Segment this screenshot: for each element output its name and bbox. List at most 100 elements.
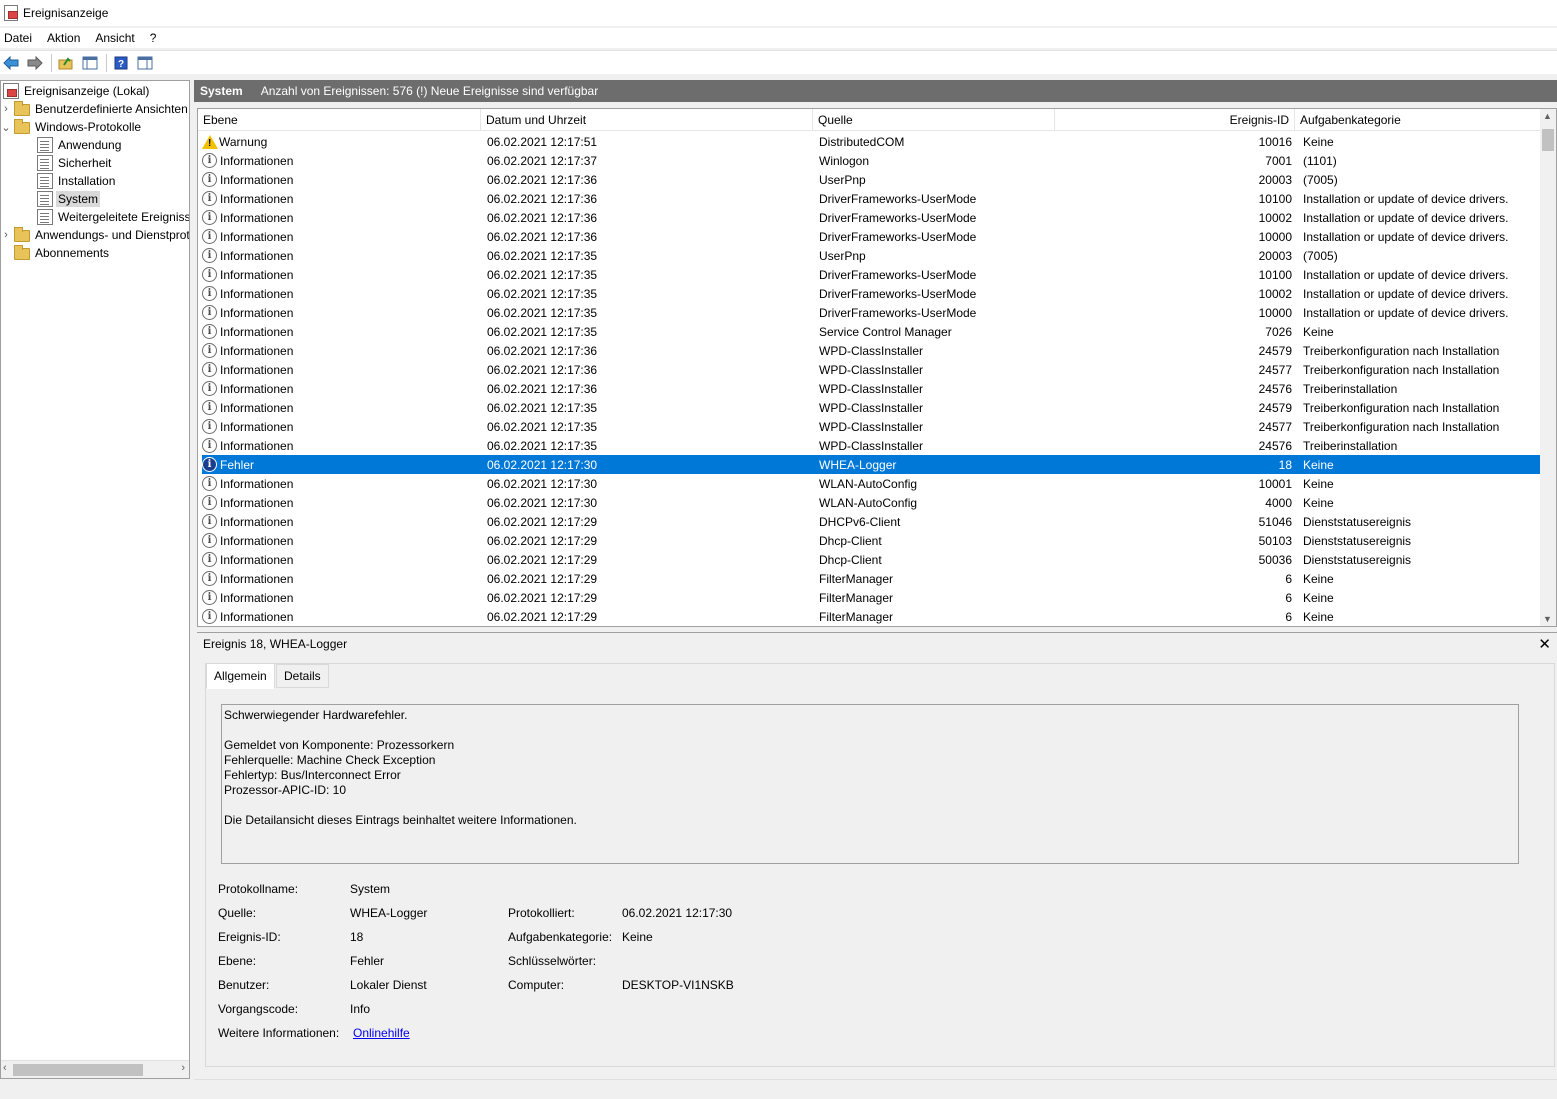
- event-row[interactable]: i Informationen 06.02.2021 12:17:29 DHCPv6-…: [202, 512, 1541, 531]
- event-row[interactable]: i Informationen 06.02.2021 12:17:36 DriverF…: [202, 227, 1541, 246]
- event-row[interactable]: i Informationen 06.02.2021 12:17:29 FilterM…: [202, 607, 1541, 626]
- folder-icon: [14, 245, 30, 260]
- help-icon[interactable]: ?: [110, 53, 132, 73]
- scrollbar-thumb[interactable]: [1542, 129, 1554, 151]
- folder-icon: [14, 101, 30, 116]
- pane-splitter[interactable]: [190, 80, 194, 1079]
- event-date-cell: 06.02.2021 12:17:35: [487, 400, 598, 415]
- event-date-cell: 06.02.2021 12:17:30: [487, 457, 598, 472]
- tree-item-label: Sicherheit: [58, 156, 112, 170]
- event-row[interactable]: i Informationen 06.02.2021 12:17:36 WPD-Cla…: [202, 341, 1541, 360]
- event-source-cell: Winlogon: [819, 153, 870, 168]
- forward-arrow-icon[interactable]: [24, 53, 46, 73]
- info-icon: i: [202, 571, 217, 586]
- scroll-right-icon[interactable]: ›: [181, 1062, 185, 1074]
- tree-item-application[interactable]: Anwendung: [37, 136, 123, 154]
- tree-horizontal-scrollbar[interactable]: ‹ ›: [1, 1060, 189, 1078]
- tree-item-setup[interactable]: Installation: [37, 172, 117, 190]
- event-id-cell: 24577: [1258, 419, 1292, 434]
- column-header-event-id[interactable]: Ereignis-ID: [1055, 109, 1295, 131]
- event-row[interactable]: i Informationen 06.02.2021 12:17:35 UserPnp…: [202, 246, 1541, 265]
- event-id-cell: 24576: [1258, 381, 1292, 396]
- tree-item-system[interactable]: System: [37, 190, 101, 208]
- event-id-cell: 10001: [1258, 476, 1292, 491]
- scroll-left-icon[interactable]: ‹: [3, 1062, 7, 1074]
- event-date-cell: 06.02.2021 12:17:29: [487, 571, 598, 586]
- toolbar-separator: [106, 53, 107, 72]
- event-row[interactable]: i Informationen 06.02.2021 12:17:30 WLAN-Au…: [202, 493, 1541, 512]
- expand-chevron-icon[interactable]: ›: [1, 100, 11, 118]
- event-row[interactable]: i Informationen 06.02.2021 12:17:35 DriverF…: [202, 284, 1541, 303]
- scroll-down-icon[interactable]: ▼: [1543, 614, 1552, 624]
- folder-icon: [14, 119, 30, 134]
- tab-details[interactable]: Details: [276, 664, 329, 688]
- menu-aktion[interactable]: Aktion: [43, 31, 87, 45]
- event-detail-panel: Ereignis 18, WHEA-Logger ✕ Allgemein Det…: [197, 632, 1557, 1076]
- tree-item-event-viewer-local[interactable]: Ereignisanzeige (Lokal): [3, 82, 151, 100]
- tree-item-custom-views[interactable]: › Benutzerdefinierte Ansichten: [1, 100, 189, 118]
- event-date-cell: 06.02.2021 12:17:29: [487, 533, 598, 548]
- event-date-cell: 06.02.2021 12:17:30: [487, 495, 598, 510]
- event-row[interactable]: i Informationen 06.02.2021 12:17:35 Service…: [202, 322, 1541, 341]
- event-id-cell: 10000: [1258, 229, 1292, 244]
- scroll-up-icon[interactable]: ▲: [1543, 111, 1552, 121]
- event-message-box[interactable]: Schwerwiegender Hardwarefehler. Gemeldet …: [221, 704, 1519, 864]
- event-task-cell: Treiberkonfiguration nach Installation: [1303, 343, 1500, 358]
- event-list-vertical-scrollbar[interactable]: ▲ ▼: [1540, 109, 1556, 626]
- tree-item-security[interactable]: Sicherheit: [37, 154, 113, 172]
- close-icon[interactable]: ✕: [1538, 635, 1551, 653]
- event-level-cell: i Informationen: [202, 324, 482, 339]
- column-header-date[interactable]: Datum und Uhrzeit: [481, 109, 813, 131]
- event-level-text: Fehler: [220, 457, 255, 472]
- event-id-cell: 6: [1285, 609, 1292, 624]
- event-source-cell: DriverFrameworks-UserMode: [819, 305, 977, 320]
- event-row[interactable]: i Informationen 06.02.2021 12:17:29 FilterM…: [202, 569, 1541, 588]
- event-row[interactable]: i Informationen 06.02.2021 12:17:37 Winlogo…: [202, 151, 1541, 170]
- tree-item-windows-logs[interactable]: ⌄ Windows-Protokolle: [1, 118, 143, 136]
- scrollbar-thumb[interactable]: [13, 1064, 143, 1076]
- event-row[interactable]: i Informationen 06.02.2021 12:17:36 UserPnp…: [202, 170, 1541, 189]
- warning-icon: [202, 134, 218, 149]
- properties-icon[interactable]: [134, 53, 156, 73]
- column-header-level[interactable]: Ebene: [198, 109, 481, 131]
- tree-item-subscriptions[interactable]: Abonnements: [14, 244, 111, 262]
- event-row[interactable]: i Informationen 06.02.2021 12:17:29 Dhcp-Cl…: [202, 550, 1541, 569]
- column-header-task-category[interactable]: Aufgabenkategorie: [1295, 109, 1541, 131]
- event-row[interactable]: i Informationen 06.02.2021 12:17:36 DriverF…: [202, 208, 1541, 227]
- tab-allgemein[interactable]: Allgemein: [206, 663, 275, 689]
- event-row[interactable]: i Informationen 06.02.2021 12:17:36 WPD-Cla…: [202, 360, 1541, 379]
- online-help-link[interactable]: Onlinehilfe: [353, 1026, 410, 1040]
- event-task-cell: Keine: [1303, 476, 1334, 491]
- event-row[interactable]: i Fehler 06.02.2021 12:17:30 WHEA-Logger 18 K…: [202, 455, 1541, 474]
- event-row[interactable]: i Informationen 06.02.2021 12:17:35 WPD-Cla…: [202, 436, 1541, 455]
- tree-item-forwarded-events[interactable]: Weitergeleitete Ereignisse: [37, 208, 189, 226]
- up-folder-icon[interactable]: [55, 53, 77, 73]
- event-row[interactable]: Warnung 06.02.2021 12:17:51 DistributedCOM…: [202, 132, 1541, 151]
- event-row[interactable]: i Informationen 06.02.2021 12:17:36 DriverF…: [202, 189, 1541, 208]
- tree-item-app-service-logs[interactable]: › Anwendungs- und Dienstprotokolle: [1, 226, 189, 244]
- event-row[interactable]: i Informationen 06.02.2021 12:17:30 WLAN-Au…: [202, 474, 1541, 493]
- event-level-cell: i Informationen: [202, 419, 482, 434]
- collapse-chevron-icon[interactable]: ⌄: [1, 118, 11, 136]
- message-line: Prozessor-APIC-ID: 10: [224, 783, 347, 797]
- menu-datei[interactable]: Datei: [0, 31, 39, 45]
- menu-ansicht[interactable]: Ansicht: [91, 31, 141, 45]
- event-row[interactable]: i Informationen 06.02.2021 12:17:35 DriverF…: [202, 265, 1541, 284]
- event-task-cell: Treiberkonfiguration nach Installation: [1303, 400, 1500, 415]
- event-row[interactable]: i Informationen 06.02.2021 12:17:35 DriverF…: [202, 303, 1541, 322]
- event-id-cell: 7001: [1265, 153, 1292, 168]
- show-hide-tree-icon[interactable]: [79, 53, 101, 73]
- event-date-cell: 06.02.2021 12:17:35: [487, 419, 598, 434]
- event-row[interactable]: i Informationen 06.02.2021 12:17:29 Dhcp-Cl…: [202, 531, 1541, 550]
- event-row[interactable]: i Informationen 06.02.2021 12:17:35 WPD-Cla…: [202, 417, 1541, 436]
- menu-help[interactable]: ?: [146, 31, 164, 45]
- column-header-source[interactable]: Quelle: [813, 109, 1055, 131]
- message-line: Fehlertyp: Bus/Interconnect Error: [224, 768, 401, 782]
- event-row[interactable]: i Informationen 06.02.2021 12:17:29 FilterM…: [202, 588, 1541, 607]
- event-row[interactable]: i Informationen 06.02.2021 12:17:36 WPD-Cla…: [202, 379, 1541, 398]
- event-row[interactable]: i Informationen 06.02.2021 12:17:35 WPD-Cla…: [202, 398, 1541, 417]
- back-arrow-icon[interactable]: [0, 53, 22, 73]
- status-bar: [194, 1079, 1557, 1099]
- event-date-cell: 06.02.2021 12:17:35: [487, 438, 598, 453]
- expand-chevron-icon[interactable]: ›: [1, 226, 11, 244]
